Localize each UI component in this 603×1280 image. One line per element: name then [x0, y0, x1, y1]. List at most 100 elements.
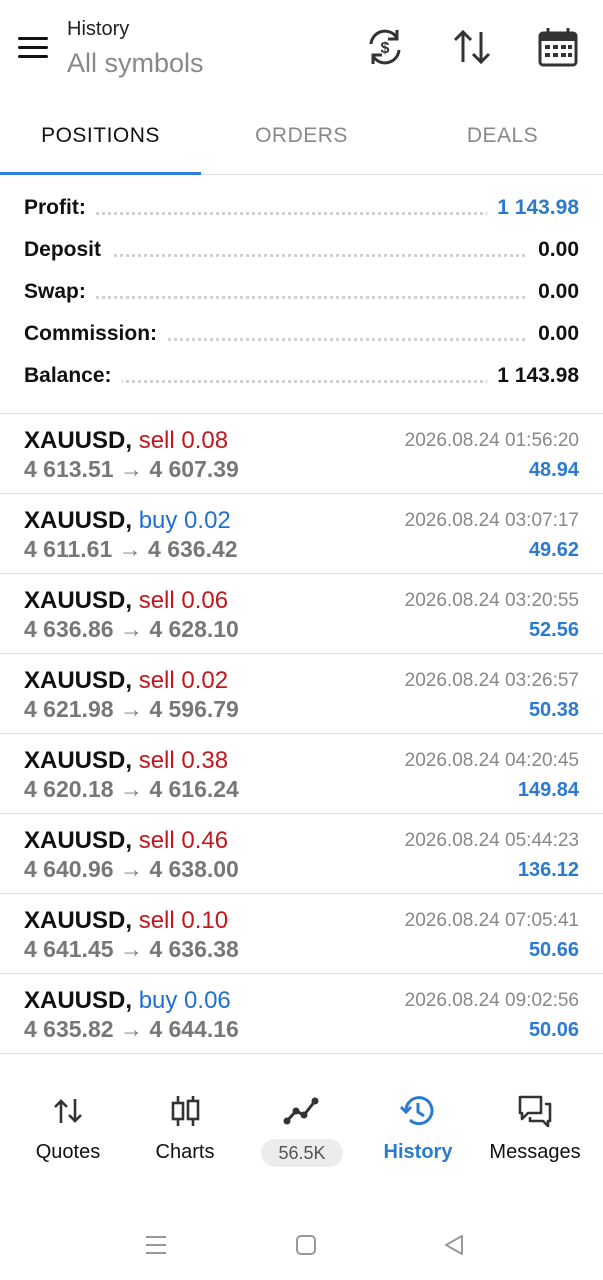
nav-charts[interactable]: Charts: [125, 1075, 245, 1175]
deal-open-price: 4 640.96: [24, 856, 114, 882]
deal-close-price: 4 607.39: [149, 456, 239, 482]
summary-value: 0.00: [528, 238, 579, 262]
deal-profit: 136.12: [517, 859, 579, 881]
deals-list: XAUUSD, sell 0.08 4 613.51 → 4 607.39 20…: [0, 414, 603, 1054]
page-title: History: [67, 18, 130, 40]
deal-symbol: XAUUSD,: [24, 667, 133, 694]
deal-open-price: 4 620.18: [24, 776, 114, 802]
symbol-filter[interactable]: All symbols: [67, 48, 204, 79]
deal-open-price: 4 636.86: [24, 616, 114, 642]
deal-symbol: XAUUSD,: [24, 987, 133, 1014]
tab-deals[interactable]: DEALS: [402, 100, 603, 172]
tab-orders[interactable]: ORDERS: [201, 100, 402, 172]
history-tabs: POSITIONS ORDERS DEALS: [0, 100, 603, 175]
sort-icon[interactable]: [449, 24, 495, 70]
nav-signals[interactable]: 56.5K: [241, 1075, 361, 1175]
arrow-icon: →: [118, 536, 142, 562]
deal-side: sell 0.08: [138, 427, 229, 454]
summary-row-profit: Profit: 1 143.98: [0, 188, 603, 230]
table-row[interactable]: XAUUSD, sell 0.10 4 641.45 → 4 636.38 20…: [0, 894, 603, 974]
deal-close-price: 4 628.10: [149, 616, 239, 642]
nav-label: History: [383, 1141, 453, 1163]
recent-apps-icon[interactable]: [141, 1230, 171, 1260]
summary-row-balance: Balance: 1 143.98: [0, 356, 603, 398]
deal-side: sell 0.46: [138, 827, 229, 854]
table-row[interactable]: XAUUSD, sell 0.02 4 621.98 → 4 596.79 20…: [0, 654, 603, 734]
summary-label: Balance:: [24, 364, 122, 388]
deal-side: sell 0.02: [138, 667, 229, 694]
summary-label: Commission:: [24, 322, 168, 346]
nav-quotes[interactable]: Quotes: [8, 1075, 128, 1175]
deal-open-price: 4 635.82: [24, 1016, 114, 1042]
deal-profit: 52.56: [528, 619, 579, 641]
deal-close-price: 4 596.79: [149, 696, 239, 722]
deal-close-price: 4 616.24: [149, 776, 239, 802]
summary-value: 0.00: [528, 322, 579, 346]
table-row[interactable]: XAUUSD, sell 0.06 4 636.86 → 4 628.10 20…: [0, 574, 603, 654]
deal-side: sell 0.10: [138, 907, 229, 934]
nav-history[interactable]: History: [358, 1075, 478, 1175]
deal-close-price: 4 636.42: [148, 536, 238, 562]
home-icon[interactable]: [291, 1230, 321, 1260]
deal-open-price: 4 611.61: [24, 536, 113, 562]
nav-label: Charts: [155, 1141, 215, 1163]
arrow-icon: →: [119, 1016, 143, 1042]
arrow-icon: →: [119, 616, 143, 642]
summary-value: 0.00: [528, 280, 579, 304]
summary-label: Deposit: [24, 238, 112, 262]
deal-close-price: 4 636.38: [149, 936, 239, 962]
tab-positions[interactable]: POSITIONS: [0, 100, 201, 172]
arrow-icon: →: [119, 696, 143, 722]
arrow-icon: →: [119, 936, 143, 962]
deal-side: sell 0.06: [138, 587, 229, 614]
deal-open-price: 4 613.51: [24, 456, 114, 482]
deal-profit: 49.62: [528, 539, 579, 561]
deal-time: 2026.08.24 04:20:45: [404, 750, 579, 771]
deal-profit: 48.94: [528, 459, 579, 481]
deal-time: 2026.08.24 01:56:20: [404, 430, 579, 451]
signals-icon: [283, 1097, 319, 1125]
nav-messages[interactable]: Messages: [475, 1075, 595, 1175]
history-icon: [400, 1096, 434, 1126]
signals-badge: 56.5K: [261, 1139, 343, 1167]
deal-side: buy 0.02: [138, 507, 231, 534]
deal-symbol: XAUUSD,: [24, 587, 133, 614]
summary-value: 1 143.98: [487, 364, 579, 388]
table-row[interactable]: XAUUSD, sell 0.08 4 613.51 → 4 607.39 20…: [0, 414, 603, 494]
deal-profit: 50.66: [528, 939, 579, 961]
messages-icon: [518, 1095, 552, 1128]
app-header: History All symbols $: [0, 0, 603, 100]
deal-open-price: 4 641.45: [24, 936, 114, 962]
deal-time: 2026.08.24 09:02:56: [404, 990, 579, 1011]
active-tab-indicator: [0, 172, 201, 175]
table-row[interactable]: XAUUSD, buy 0.02 4 611.61 → 4 636.42 202…: [0, 494, 603, 574]
deal-symbol: XAUUSD,: [24, 747, 133, 774]
deal-time: 2026.08.24 03:20:55: [404, 590, 579, 611]
back-icon[interactable]: [439, 1230, 469, 1260]
summary-row-deposit: Deposit 0.00: [0, 230, 603, 272]
deal-time: 2026.08.24 03:07:17: [404, 510, 579, 531]
nav-label: Quotes: [35, 1141, 101, 1163]
currency-exchange-icon[interactable]: $: [362, 24, 408, 70]
deal-symbol: XAUUSD,: [24, 827, 133, 854]
summary-label: Profit:: [24, 196, 96, 220]
summary-value: 1 143.98: [487, 196, 579, 220]
table-row[interactable]: XAUUSD, sell 0.38 4 620.18 → 4 616.24 20…: [0, 734, 603, 814]
deal-profit: 50.06: [528, 1019, 579, 1041]
deal-side: buy 0.06: [138, 987, 231, 1014]
arrow-icon: →: [119, 776, 143, 802]
menu-icon[interactable]: [14, 30, 52, 64]
deal-time: 2026.08.24 03:26:57: [404, 670, 579, 691]
deal-side: sell 0.38: [138, 747, 229, 774]
deal-open-price: 4 621.98: [24, 696, 114, 722]
calendar-icon[interactable]: [535, 24, 581, 70]
summary-panel: Profit: 1 143.98 Deposit 0.00 Swap: 0.00…: [0, 188, 603, 398]
table-row[interactable]: XAUUSD, sell 0.46 4 640.96 → 4 638.00 20…: [0, 814, 603, 894]
bottom-navigation: Quotes Charts 56.5K History Messages: [0, 1075, 603, 1175]
deal-symbol: XAUUSD,: [24, 427, 133, 454]
table-row[interactable]: XAUUSD, buy 0.06 4 635.82 → 4 644.16 202…: [0, 974, 603, 1054]
charts-icon: [171, 1096, 200, 1126]
summary-row-commission: Commission: 0.00: [0, 314, 603, 356]
deal-time: 2026.08.24 05:44:23: [404, 830, 579, 851]
summary-row-swap: Swap: 0.00: [0, 272, 603, 314]
